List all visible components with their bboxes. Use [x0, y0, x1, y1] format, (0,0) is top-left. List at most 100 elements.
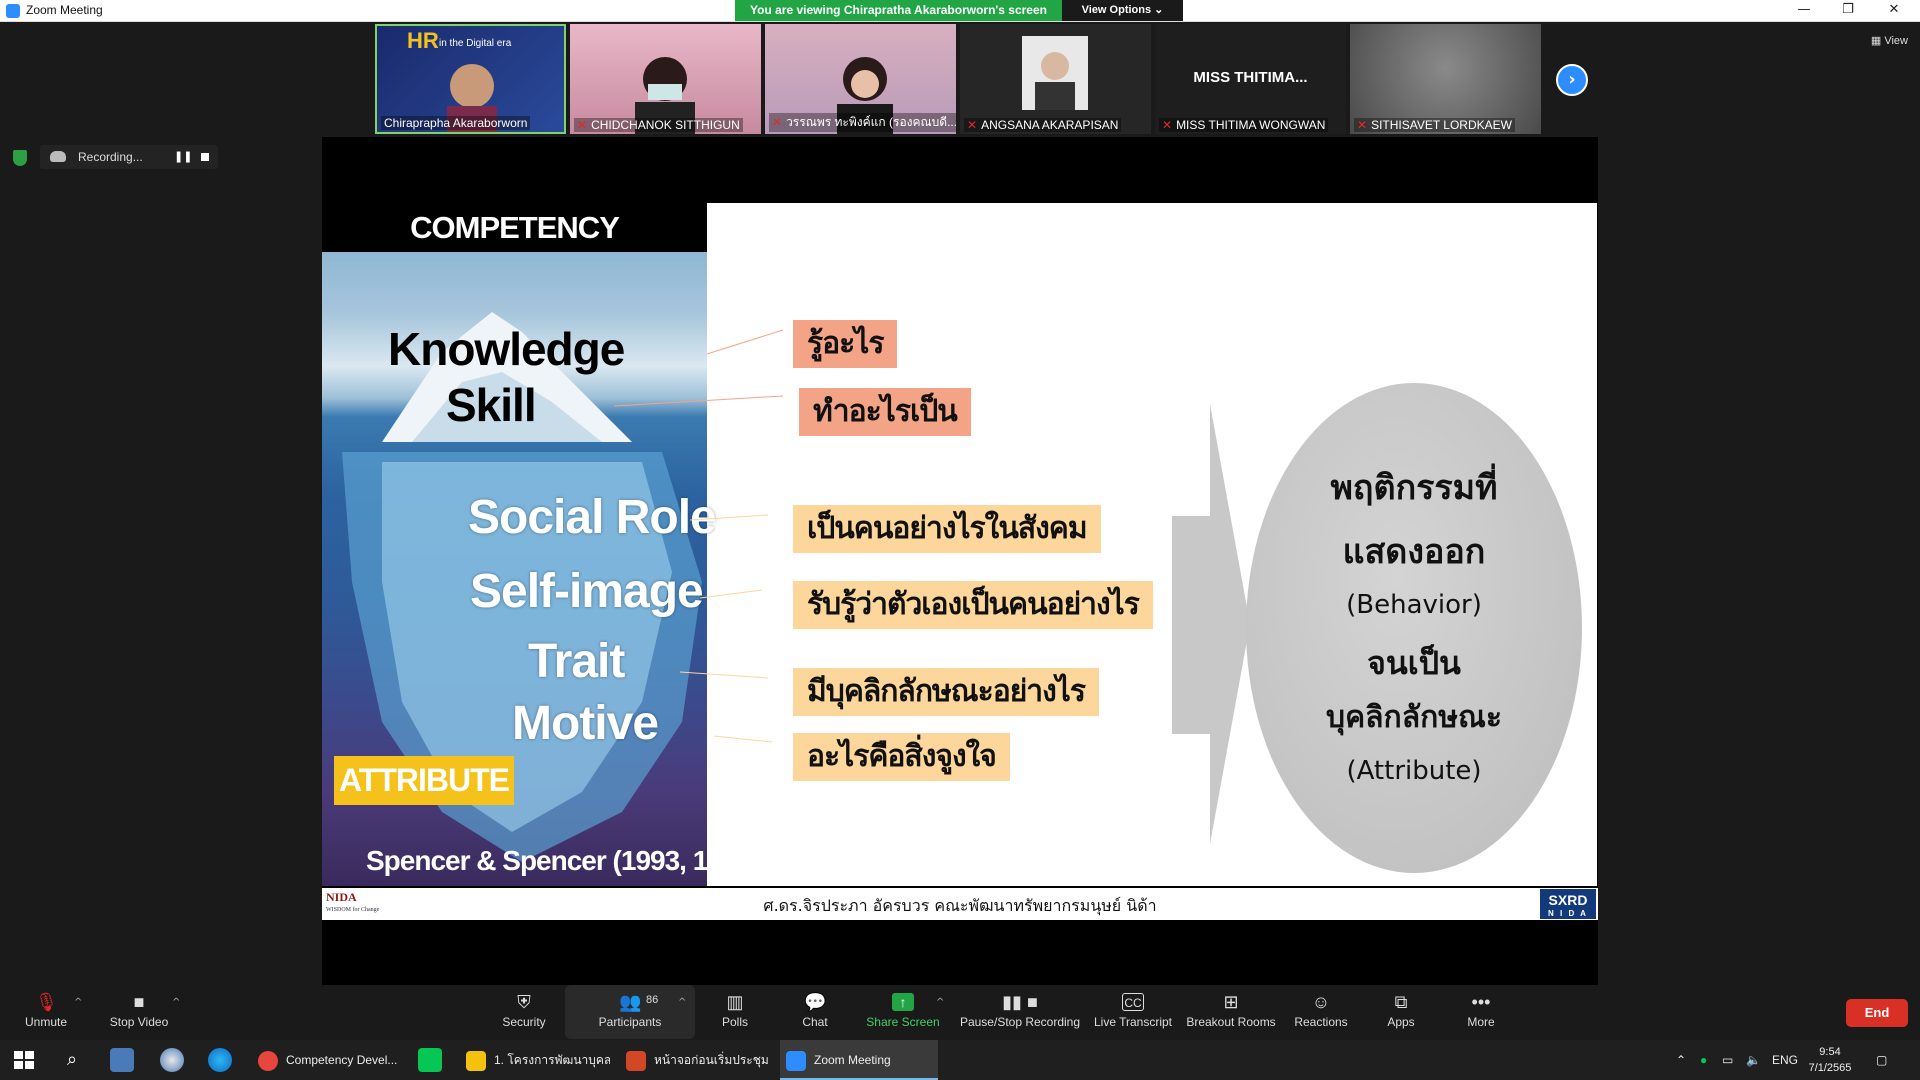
muted-mic-icon: ✕	[772, 115, 783, 129]
app-icon[interactable]	[160, 1048, 184, 1072]
taskbar-app-zoom[interactable]: Zoom Meeting	[780, 1040, 938, 1080]
folder-icon	[466, 1050, 486, 1071]
windows-start-icon[interactable]	[12, 1048, 36, 1072]
view-options-button[interactable]: View Options ⌄	[1062, 0, 1183, 21]
participant-name: ✕ SITHISAVET LORDKAEW	[1354, 118, 1515, 132]
chevron-right-icon: ›	[1568, 69, 1576, 90]
video-options-caret[interactable]: ^	[172, 997, 180, 1008]
grid-icon: ▦	[1870, 35, 1885, 47]
participant-name: ✕ วรรณพร ทะพิงค์แก (รองคณบดี...	[769, 113, 956, 132]
muted-mic-icon: ✕	[1162, 118, 1173, 132]
slide-footer: NIDA WISDOM for Change ศ.ดร.จิรประภา อัค…	[322, 886, 1598, 920]
encryption-shield-icon[interactable]	[13, 150, 27, 166]
ellipse-line-1: พฤติกรรมที่	[1330, 468, 1498, 508]
thai-item-skill: ทำอะไรเป็น	[799, 388, 971, 436]
participant-name: ✕ MISS THITIMA WONGWAN	[1159, 118, 1329, 132]
video-camera-icon: ■	[133, 992, 145, 1012]
reactions-button[interactable]: ☺ Reactions	[1290, 985, 1352, 1040]
view-layout-button[interactable]: ▦ View	[1871, 34, 1908, 47]
participants-icon: 👥	[619, 992, 642, 1012]
pause-recording-icon[interactable]: ❚❚	[174, 150, 192, 163]
bar-chart-icon: ▥	[726, 992, 744, 1012]
video-tile-5[interactable]: ✕ SITHISAVET LORDKAEW	[1350, 24, 1541, 134]
taskbar-app-powerpoint[interactable]: หน้าจอก่อนเริ่มประชุม ...	[620, 1040, 770, 1080]
clock-time: 9:54	[1819, 1046, 1841, 1058]
calculator-icon[interactable]	[110, 1048, 134, 1072]
network-icon[interactable]: ▭	[1722, 1040, 1733, 1080]
ellipse-line-4: จนเป็น	[1367, 644, 1461, 682]
view-label: View	[1884, 35, 1908, 47]
clock-date: 7/1/2565	[1808, 1062, 1852, 1074]
live-transcript-button[interactable]: CC Live Transcript	[1092, 985, 1174, 1040]
security-button[interactable]: ⛨ Security	[494, 985, 554, 1040]
mic-muted-icon: 🎙	[35, 992, 58, 1012]
citation: Spencer & Spencer (1993, 11)	[366, 845, 730, 876]
breakout-rooms-button[interactable]: ⊞ Breakout Rooms	[1186, 985, 1276, 1040]
slide-title: COMPETENCY	[322, 203, 707, 252]
edge-browser-icon[interactable]	[208, 1048, 232, 1072]
polls-button[interactable]: ▥ Polls	[710, 985, 760, 1040]
stop-recording-icon[interactable]	[201, 153, 209, 161]
participant-name: ✕ CHIDCHANOK SITTHIGUN	[574, 118, 743, 132]
apps-button[interactable]: ⧉ Apps	[1378, 985, 1424, 1040]
thai-item-self-image: รับรู้ว่าตัวเองเป็นคนอย่างไร	[793, 581, 1153, 629]
participant-strip: HR in the Digital era Chiraprapha Akarab…	[375, 24, 1543, 134]
chat-button[interactable]: 💬 Chat	[790, 985, 840, 1040]
ellipsis-icon: •••	[1471, 992, 1491, 1012]
volume-icon[interactable]: 🔈	[1746, 1040, 1761, 1080]
apps-icon: ⧉	[1394, 992, 1408, 1012]
more-button[interactable]: ••• More	[1458, 985, 1504, 1040]
video-tile-2[interactable]: ✕ วรรณพร ทะพิงค์แก (รองคณบดี...	[765, 24, 956, 134]
thai-item-social-role: เป็นคนอย่างไรในสังคม	[793, 505, 1101, 553]
search-icon[interactable]: ⌕	[60, 1048, 84, 1072]
restore-button[interactable]: ❐	[1826, 0, 1870, 22]
muted-mic-icon: ✕	[1357, 118, 1368, 132]
stop-video-button[interactable]: ■ Stop Video	[104, 985, 174, 1040]
participants-count: 86	[646, 994, 659, 1006]
video-tile-0[interactable]: HR in the Digital era Chiraprapha Akarab…	[375, 24, 566, 134]
share-screen-button[interactable]: ↑ Share Screen	[863, 985, 943, 1040]
recording-indicator: Recording... ❚❚	[40, 145, 218, 169]
ellipse-line-2: แสดงออก	[1342, 532, 1486, 572]
tray-chevron-icon[interactable]: ⌃	[1676, 1040, 1686, 1080]
language-indicator[interactable]: ENG	[1772, 1040, 1798, 1080]
video-tile-3[interactable]: ✕ ANGSANA AKARAPISAN	[960, 24, 1151, 134]
audio-options-caret[interactable]: ^	[74, 997, 82, 1008]
participant-name: ✕ ANGSANA AKARAPISAN	[964, 118, 1122, 132]
shield-icon: ⛨	[517, 992, 531, 1012]
participant-name: Chiraprapha Akaraborworn	[381, 116, 531, 130]
pause-stop-recording-button[interactable]: ▮▮ ■ Pause/Stop Recording	[958, 985, 1082, 1040]
taskbar-app-explorer[interactable]: 1. โครงการพัฒนาบุคล...	[460, 1040, 610, 1080]
footer-text: ศ.ดร.จิรประภา อัครบวร คณะพัฒนาทรัพยากรมน…	[763, 896, 1157, 915]
participants-options-caret[interactable]: ^	[678, 997, 686, 1008]
line-app-icon[interactable]	[418, 1048, 442, 1072]
close-button[interactable]: ✕	[1872, 0, 1916, 22]
zoom-app-icon	[6, 4, 20, 18]
sxrd-logo: SXRD N I D A	[1540, 889, 1596, 919]
iceberg-label-knowledge: Knowledge	[388, 323, 625, 375]
share-options-caret[interactable]: ^	[936, 997, 944, 1008]
svg-text:HR: HR	[407, 28, 439, 53]
taskbar-app-chrome[interactable]: Competency Devel...	[252, 1040, 402, 1080]
participant-big-name: MISS THITIMA...	[1193, 69, 1308, 86]
window-title: Zoom Meeting	[26, 3, 103, 17]
minimize-button[interactable]: —	[1782, 0, 1826, 22]
windows-taskbar: ⌕ Competency Devel... 1. โครงการพัฒนาบุค…	[0, 1040, 1920, 1080]
notification-icon[interactable]: ▢	[1876, 1040, 1887, 1080]
ellipse-line-5: บุคลิกลักษณะ	[1326, 700, 1502, 735]
line-tray-icon[interactable]: ●	[1700, 1040, 1707, 1080]
iceberg-label-social-role: Social Role	[468, 491, 717, 544]
unmute-button[interactable]: 🎙 Unmute	[16, 985, 76, 1040]
video-tile-1[interactable]: ✕ CHIDCHANOK SITTHIGUN	[570, 24, 761, 134]
muted-mic-icon: ✕	[967, 118, 978, 132]
thai-item-motive: อะไรคือสิ่งจูงใจ	[793, 733, 1010, 781]
cc-icon: CC	[1122, 993, 1144, 1011]
end-meeting-button[interactable]: End	[1846, 999, 1908, 1027]
video-tile-4[interactable]: MISS THITIMA... ✕ MISS THITIMA WONGWAN	[1155, 24, 1346, 134]
cloud-recording-icon	[50, 151, 66, 162]
powerpoint-icon	[626, 1050, 646, 1071]
next-page-button[interactable]: ›	[1556, 64, 1588, 96]
recording-label: Recording...	[78, 150, 143, 164]
viewing-banner: You are viewing Chirapratha Akaraborworn…	[735, 0, 1062, 21]
system-clock[interactable]: 9:54 7/1/2565	[1800, 1044, 1860, 1076]
